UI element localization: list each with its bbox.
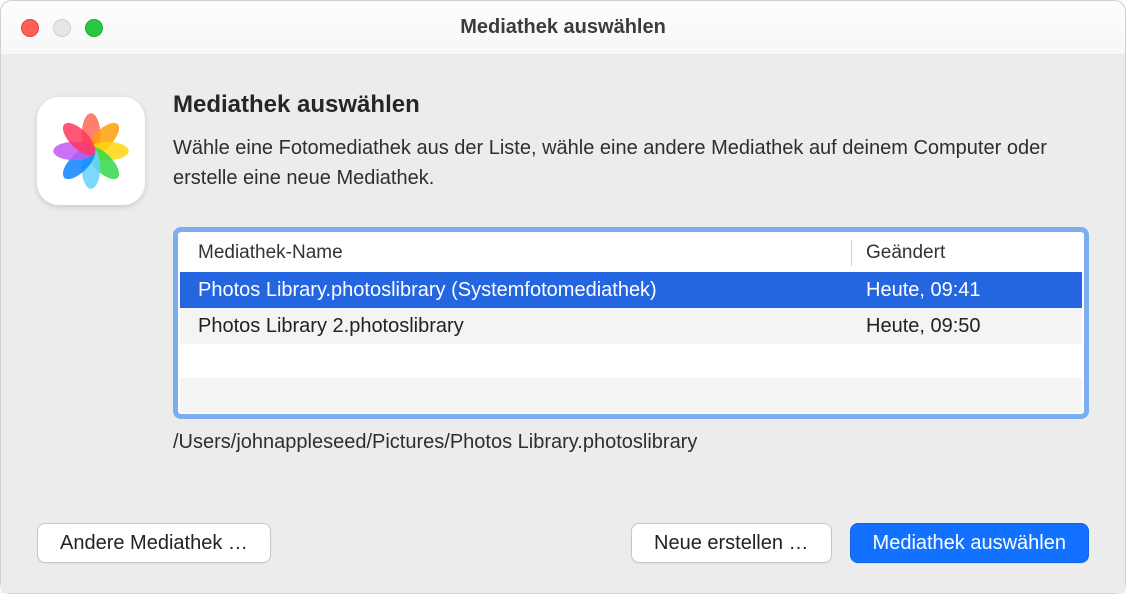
- create-new-button[interactable]: Neue erstellen …: [631, 523, 832, 563]
- header-row: Mediathek auswählen Wähle eine Fotomedia…: [37, 91, 1089, 205]
- other-library-button[interactable]: Andere Mediathek …: [37, 523, 271, 563]
- choose-library-button[interactable]: Mediathek auswählen: [850, 523, 1089, 563]
- page-heading: Mediathek auswählen: [173, 91, 1089, 119]
- cell-name: Photos Library 2.photoslibrary: [180, 315, 852, 338]
- window-title: Mediathek auswählen: [1, 16, 1125, 39]
- page-description: Wähle eine Fotomediathek aus der Liste, …: [173, 133, 1089, 193]
- table-row[interactable]: Photos Library 2.photoslibrary Heute, 09…: [180, 308, 1082, 344]
- cell-name: Photos Library.photoslibrary (Systemfoto…: [180, 279, 852, 302]
- minimize-icon: [53, 19, 71, 37]
- column-header-name[interactable]: Mediathek-Name: [180, 240, 852, 266]
- content-area: Mediathek auswählen Wähle eine Fotomedia…: [1, 55, 1125, 593]
- column-header-modified[interactable]: Geändert: [852, 240, 1082, 266]
- photos-app-icon: [37, 97, 145, 205]
- cell-modified: Heute, 09:50: [852, 315, 1082, 338]
- window-controls: [21, 19, 103, 37]
- table-header: Mediathek-Name Geändert: [180, 234, 1082, 272]
- table-row-empty: [180, 344, 1082, 378]
- close-icon[interactable]: [21, 19, 39, 37]
- library-table[interactable]: Mediathek-Name Geändert Photos Library.p…: [173, 227, 1089, 419]
- photos-flower-icon: [49, 109, 133, 193]
- dialog-window: Mediathek auswählen: [0, 0, 1126, 594]
- header-texts: Mediathek auswählen Wähle eine Fotomedia…: [173, 91, 1089, 193]
- table-row[interactable]: Photos Library.photoslibrary (Systemfoto…: [180, 272, 1082, 308]
- titlebar: Mediathek auswählen: [1, 1, 1125, 55]
- table-row-empty: [180, 378, 1082, 412]
- maximize-icon[interactable]: [85, 19, 103, 37]
- cell-modified: Heute, 09:41: [852, 279, 1082, 302]
- selected-path: /Users/johnappleseed/Pictures/Photos Lib…: [173, 431, 1089, 454]
- button-bar: Andere Mediathek … Neue erstellen … Medi…: [37, 523, 1089, 593]
